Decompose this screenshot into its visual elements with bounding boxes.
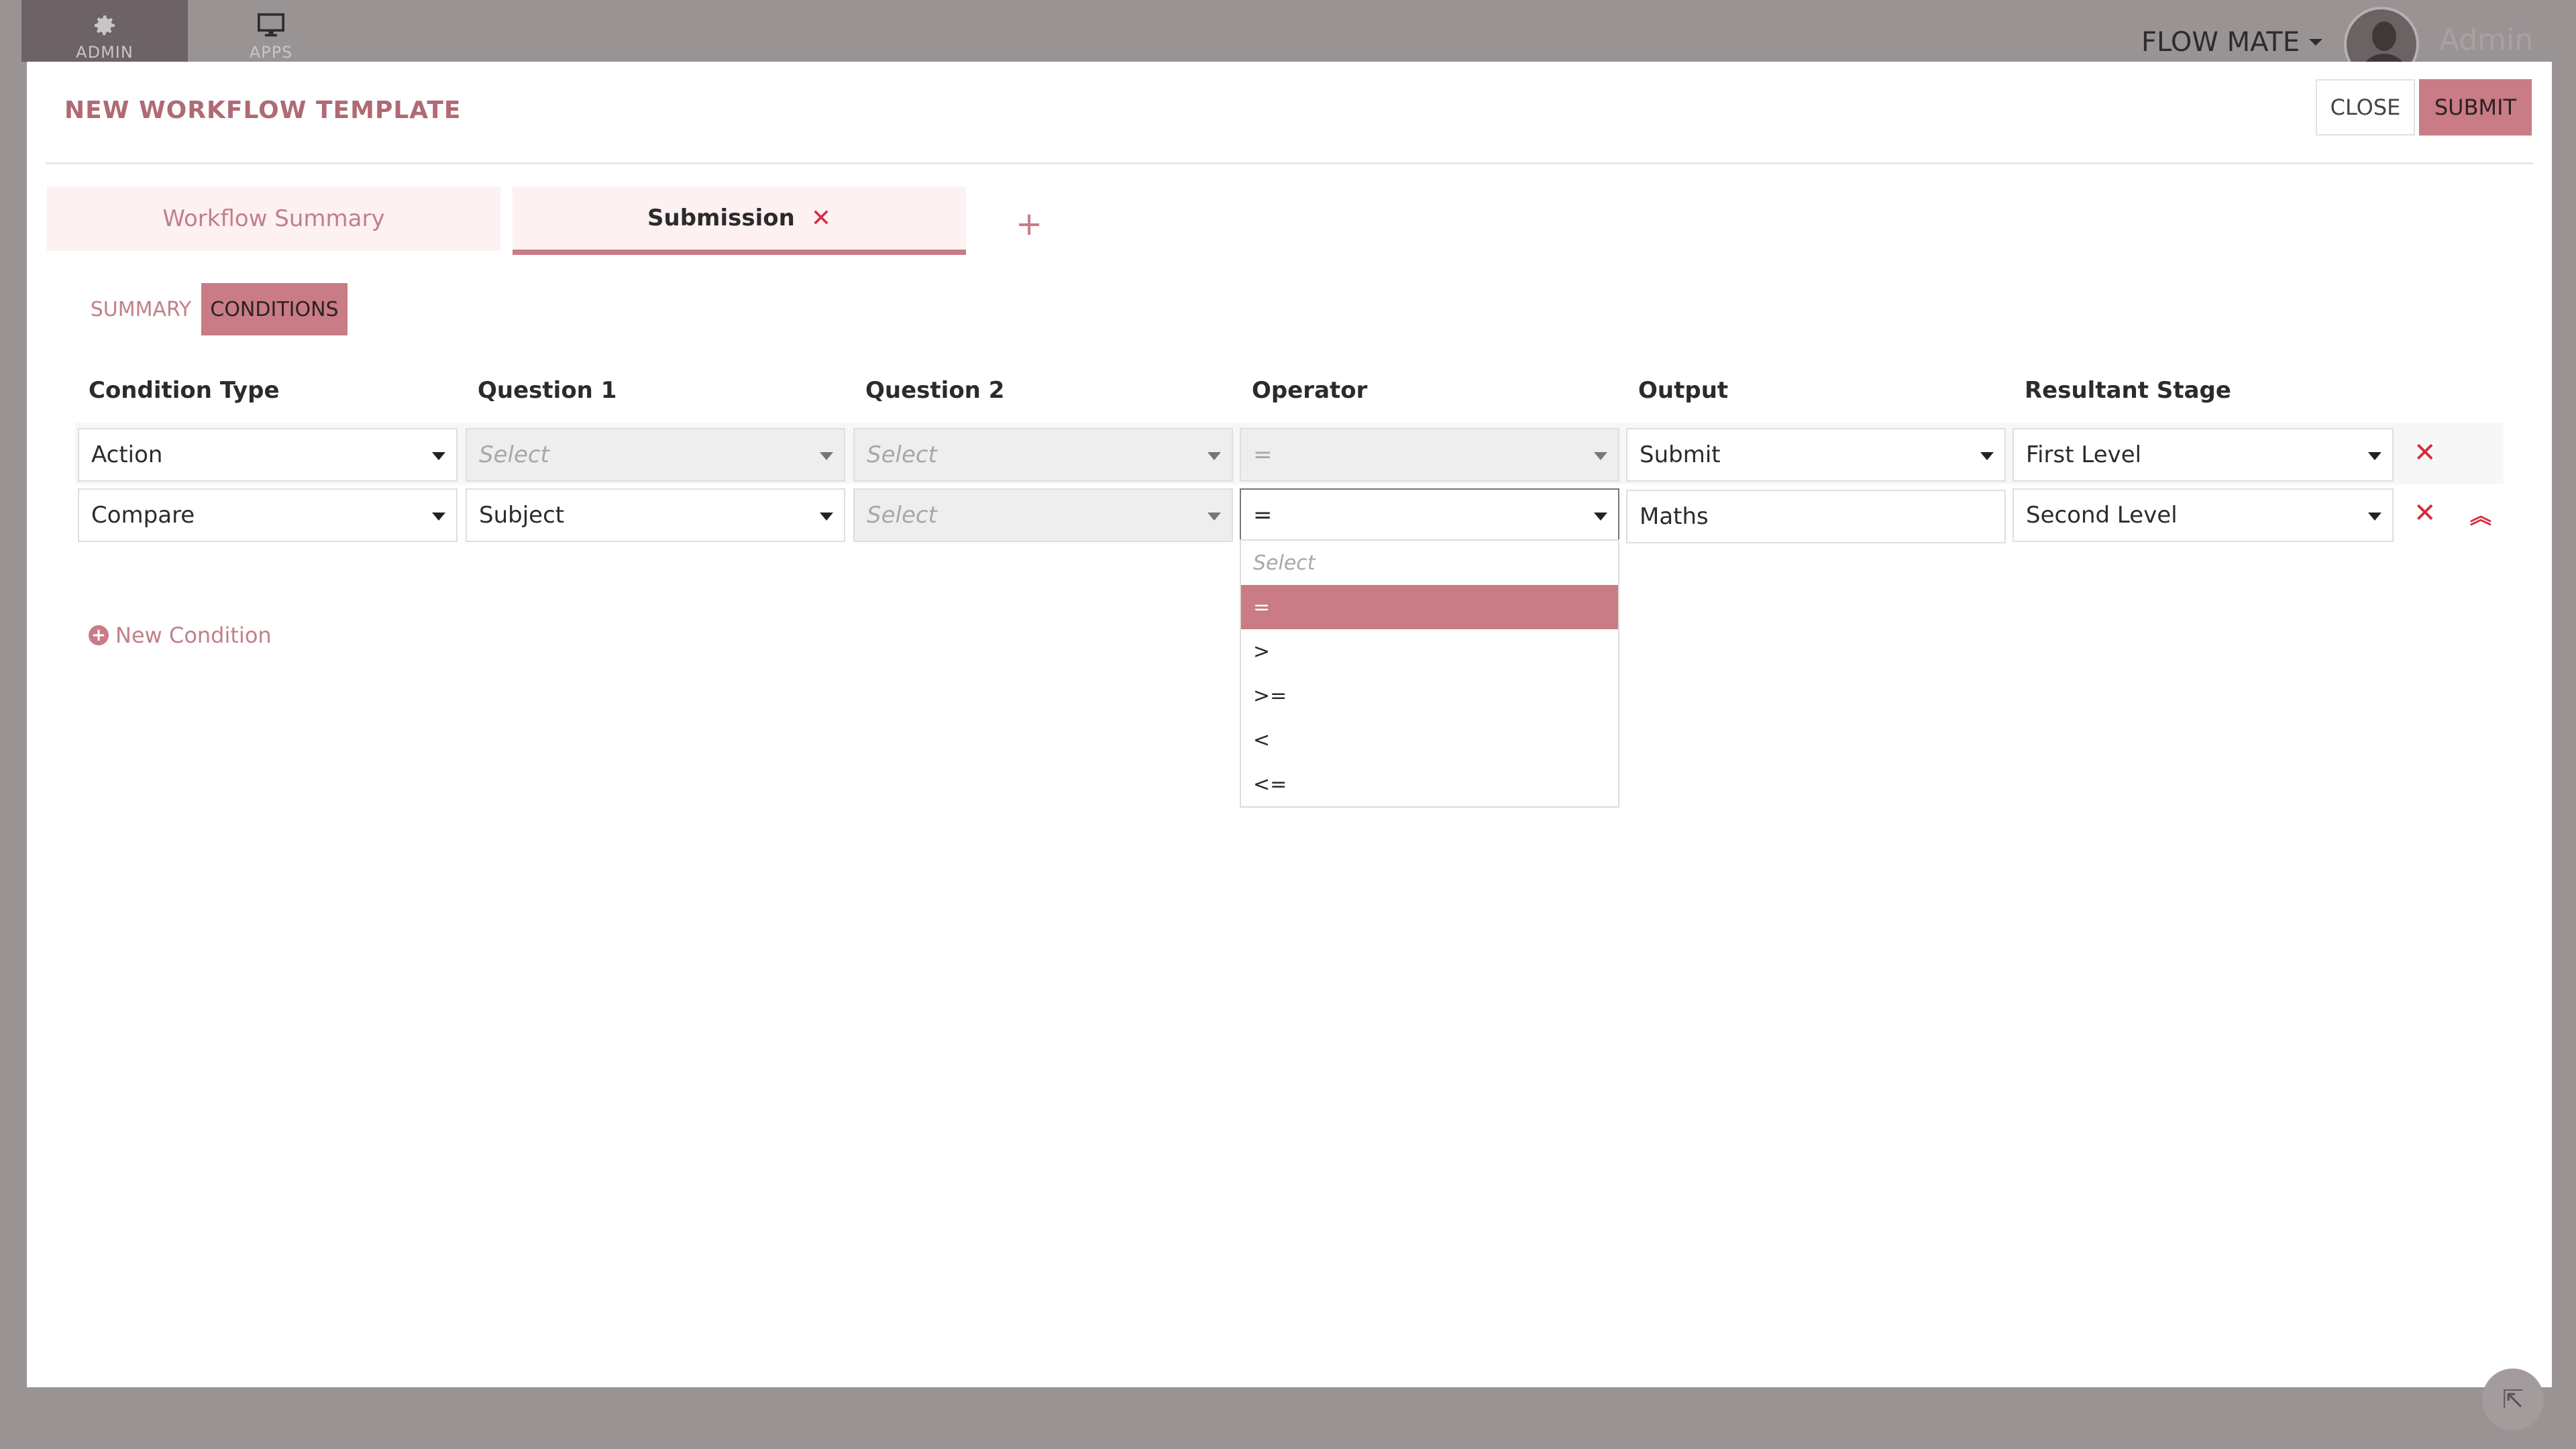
resultant-stage-select[interactable]: Second Level	[2012, 488, 2394, 542]
column-header-question-2: Question 2	[865, 377, 1005, 404]
tab-submission[interactable]: Submission ✕	[513, 186, 966, 255]
select-value: Subject	[479, 502, 565, 529]
question-2-select[interactable]: Select	[853, 428, 1233, 482]
select-value: Compare	[91, 502, 195, 529]
close-tab-icon[interactable]: ✕	[811, 205, 831, 232]
delete-condition-icon[interactable]: ✕	[2414, 437, 2436, 468]
column-header-resultant-stage: Resultant Stage	[2025, 377, 2231, 404]
workflow-template-modal: NEW WORKFLOW TEMPLATE CLOSE SUBMIT Workf…	[27, 62, 2552, 1387]
column-header-condition-type: Condition Type	[89, 377, 280, 404]
cursor-help-icon[interactable]: ⇱	[2482, 1368, 2544, 1430]
dropdown-option-greater-than[interactable]: >	[1241, 629, 1618, 674]
double-chevron-up-icon[interactable]: ︽	[2470, 499, 2491, 530]
select-value: Action	[91, 441, 163, 468]
new-condition-button[interactable]: + New Condition	[89, 623, 272, 648]
caret-down-icon	[820, 513, 833, 521]
select-value: Second Level	[2026, 502, 2178, 529]
header-divider	[46, 162, 2533, 164]
username: Admin	[2439, 23, 2534, 57]
select-value: First Level	[2026, 441, 2142, 468]
select-value: Select	[479, 441, 549, 468]
dropdown-option-select[interactable]: Select	[1241, 541, 1618, 585]
caret-down-icon	[2368, 513, 2381, 521]
question-1-select[interactable]: Subject	[466, 488, 845, 542]
caret-down-icon	[820, 452, 833, 460]
tab-label: Submission	[647, 205, 795, 231]
select-value: Select	[867, 502, 937, 529]
admin-nav-tab[interactable]: ADMIN	[21, 0, 188, 62]
caret-down-icon	[1594, 452, 1607, 460]
caret-down-icon	[1594, 513, 1607, 521]
modal-title: NEW WORKFLOW TEMPLATE	[64, 97, 462, 124]
resultant-stage-select[interactable]: First Level	[2012, 428, 2394, 482]
delete-condition-icon[interactable]: ✕	[2414, 498, 2436, 529]
new-condition-label: New Condition	[115, 623, 272, 648]
monitor-icon	[258, 13, 284, 37]
apps-nav-tab[interactable]: APPS	[188, 0, 354, 62]
caret-down-icon	[2368, 452, 2381, 460]
tab-workflow-summary[interactable]: Workflow Summary	[47, 186, 500, 251]
subtab-summary[interactable]: SUMMARY	[80, 283, 201, 335]
caret-down-icon	[1208, 513, 1221, 521]
condition-type-select[interactable]: Compare	[78, 488, 458, 542]
input-value: Maths	[1640, 503, 1709, 530]
operator-select[interactable]: =	[1240, 428, 1619, 482]
question-1-select[interactable]: Select	[466, 428, 845, 482]
submit-button[interactable]: SUBMIT	[2419, 79, 2532, 136]
operator-dropdown-menu: Select = > >= < <=	[1240, 539, 1619, 808]
caret-down-icon	[2309, 39, 2323, 46]
caret-down-icon	[1980, 452, 1994, 460]
dropdown-option-less-equal[interactable]: <=	[1241, 762, 1618, 806]
admin-nav-label: ADMIN	[76, 43, 133, 62]
condition-type-select[interactable]: Action	[78, 428, 458, 482]
caret-down-icon	[1208, 452, 1221, 460]
tab-label: Workflow Summary	[162, 205, 385, 232]
brand-menu[interactable]: FLOW MATE	[2141, 27, 2323, 58]
question-2-select[interactable]: Select	[853, 488, 1233, 542]
subtab-conditions[interactable]: CONDITIONS	[201, 283, 347, 335]
column-header-output: Output	[1638, 377, 1729, 404]
select-value: Submit	[1640, 441, 1721, 468]
select-value: =	[1253, 502, 1273, 529]
gear-icon	[95, 15, 115, 36]
brand-label: FLOW MATE	[2141, 27, 2300, 58]
dropdown-option-equals[interactable]: =	[1241, 585, 1618, 629]
output-input[interactable]: Maths	[1626, 490, 2006, 543]
add-tab-button[interactable]: +	[1016, 205, 1042, 243]
caret-down-icon	[432, 513, 445, 521]
select-value: Select	[867, 441, 937, 468]
dropdown-option-less-than[interactable]: <	[1241, 718, 1618, 762]
plus-circle-icon: +	[89, 625, 109, 645]
operator-select[interactable]: =	[1240, 488, 1619, 542]
apps-nav-label: APPS	[249, 43, 293, 62]
close-button[interactable]: CLOSE	[2316, 79, 2415, 136]
select-value: =	[1253, 441, 1273, 468]
dropdown-option-greater-equal[interactable]: >=	[1241, 674, 1618, 718]
output-select[interactable]: Submit	[1626, 428, 2006, 482]
caret-down-icon	[432, 452, 445, 460]
column-header-question-1: Question 1	[478, 377, 617, 404]
column-header-operator: Operator	[1252, 377, 1368, 404]
